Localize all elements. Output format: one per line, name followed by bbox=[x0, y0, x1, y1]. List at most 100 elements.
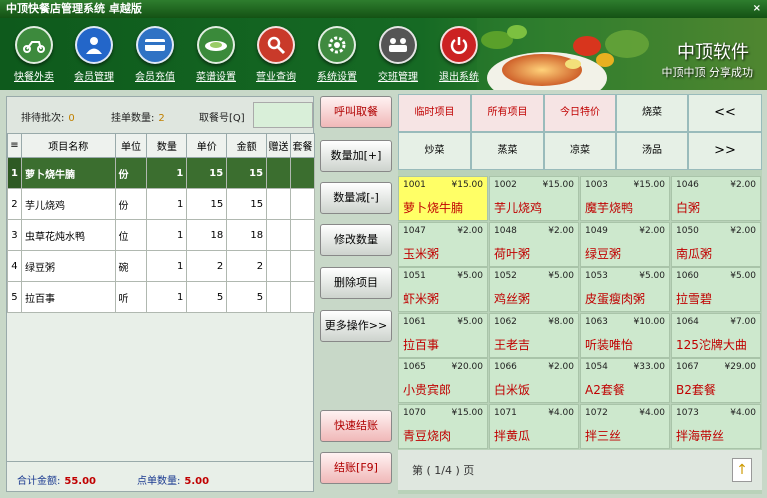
dish-code: 1063 bbox=[585, 316, 608, 327]
category-soup[interactable]: 汤品 bbox=[616, 132, 688, 170]
main-toolbar: 快餐外卖 会员管理 会员充值 菜谱设置 营业查询 系统设置 交班管理 退出系统 … bbox=[0, 18, 767, 90]
dish-name: 拌三丝 bbox=[585, 428, 622, 443]
dish-name: 白米饭 bbox=[494, 383, 531, 397]
tool-menu-settings[interactable]: 菜谱设置 bbox=[186, 26, 246, 83]
table-row[interactable]: 3 虫草花炖水鸭 位 1 18 18 bbox=[7, 219, 315, 251]
dish-price: ¥8.00 bbox=[548, 316, 574, 327]
dish-button[interactable]: 1061 ¥5.00 拉百事 bbox=[398, 312, 488, 358]
dish-name: 青豆烧肉 bbox=[403, 428, 452, 443]
dish-button[interactable]: 1002 ¥15.00 芋儿烧鸡 bbox=[489, 176, 579, 221]
dish-button[interactable]: 1052 ¥5.00 鸡丝粥 bbox=[489, 267, 579, 312]
tool-shift[interactable]: 交班管理 bbox=[368, 26, 428, 83]
dish-button[interactable]: 1003 ¥15.00 魔芋烧鸭 bbox=[580, 176, 670, 221]
total-amount: 合计金额: 55.00 bbox=[17, 472, 96, 487]
dish-code: 1061 bbox=[403, 316, 426, 327]
window-title-bar: 中顶快餐店管理系统 卓越版 × bbox=[0, 0, 767, 18]
checkout-button[interactable]: 结账[F9] bbox=[320, 452, 392, 484]
dish-button[interactable]: 1049 ¥2.00 绿豆粥 bbox=[580, 221, 670, 267]
tool-sales-query[interactable]: 营业查询 bbox=[246, 26, 306, 83]
dish-button[interactable]: 1047 ¥2.00 玉米粥 bbox=[398, 221, 488, 267]
dish-button[interactable]: 1051 ¥5.00 虾米粥 bbox=[398, 267, 488, 312]
tool-system-settings[interactable]: 系统设置 bbox=[307, 26, 367, 83]
item-name: 萝卜烧牛腩 bbox=[20, 157, 116, 189]
close-icon[interactable]: × bbox=[753, 0, 761, 18]
category-prev-button[interactable]: << bbox=[688, 94, 762, 132]
tool-menu-settings-label: 菜谱设置 bbox=[196, 72, 236, 83]
item-amount: 18 bbox=[226, 219, 268, 251]
category-stirfry[interactable]: 炒菜 bbox=[398, 132, 471, 170]
dish-button[interactable]: 1070 ¥15.00 青豆烧肉 bbox=[398, 403, 488, 449]
category-temp[interactable]: 临时项目 bbox=[398, 94, 471, 132]
table-row[interactable]: 5 拉百事 听 1 5 5 bbox=[7, 281, 315, 313]
table-row[interactable]: 1 萝卜烧牛腩 份 1 15 15 bbox=[7, 157, 315, 189]
dish-button[interactable]: 1054 ¥33.00 A2套餐 bbox=[580, 358, 670, 403]
row-number: 3 bbox=[7, 219, 22, 251]
category-cold[interactable]: 凉菜 bbox=[544, 132, 616, 170]
table-header-row: ≡ 项目名称 单位 数量 单价 金额 赠送 套餐 bbox=[7, 133, 315, 158]
dish-price: ¥15.00 bbox=[542, 180, 575, 190]
dish-button[interactable]: 1062 ¥8.00 王老吉 bbox=[489, 312, 579, 358]
dish-button[interactable]: 1064 ¥7.00 125沱牌大曲 bbox=[671, 312, 761, 358]
item-unit: 听 bbox=[114, 281, 148, 313]
dish-button[interactable]: 1001 ¥15.00 萝卜烧牛腩 bbox=[398, 176, 488, 221]
dish-name: 芋儿烧鸡 bbox=[494, 201, 543, 215]
card-icon bbox=[136, 26, 174, 64]
dish-price: ¥5.00 bbox=[457, 316, 483, 327]
hold-count: 挂单数量: 2 bbox=[111, 109, 165, 124]
edit-qty-button[interactable]: 修改数量 bbox=[320, 224, 392, 256]
dish-name: 虾米粥 bbox=[403, 292, 440, 306]
tool-members[interactable]: 会员管理 bbox=[64, 26, 124, 83]
dish-button[interactable]: 1067 ¥29.00 B2套餐 bbox=[671, 358, 761, 403]
main-area: 排待批次: 0 挂单数量: 2 取餐号[Q] ≡ 项目名称 单位 数量 单价 金额 … bbox=[0, 90, 767, 498]
item-name: 绿豆粥 bbox=[20, 250, 116, 282]
dish-button[interactable]: 1046 ¥2.00 白粥 bbox=[671, 176, 761, 221]
tool-system-settings-label: 系统设置 bbox=[317, 72, 357, 83]
dish-price: ¥5.00 bbox=[548, 271, 574, 281]
dish-code: 1053 bbox=[585, 271, 608, 281]
table-row[interactable]: 2 芋儿烧鸡 份 1 15 15 bbox=[7, 188, 315, 220]
tool-takeout[interactable]: 快餐外卖 bbox=[4, 26, 64, 83]
category-steamed[interactable]: 蒸菜 bbox=[471, 132, 544, 170]
item-combo bbox=[290, 188, 315, 220]
item-gift bbox=[266, 250, 292, 282]
dish-price: ¥33.00 bbox=[633, 362, 666, 372]
category-all[interactable]: 所有项目 bbox=[471, 94, 544, 132]
dish-button[interactable]: 1048 ¥2.00 荷叶粥 bbox=[489, 221, 579, 267]
order-totals-bar: 合计金额: 55.00 点单数量: 5.00 bbox=[7, 461, 313, 491]
qty-add-button[interactable]: 数量加[+] bbox=[320, 140, 392, 172]
search-icon bbox=[257, 26, 295, 64]
dish-name: 拌海带丝 bbox=[676, 428, 725, 443]
dish-button[interactable]: 1066 ¥2.00 白米饭 bbox=[489, 358, 579, 403]
ticket-label: 取餐号[Q] bbox=[199, 113, 245, 124]
more-actions-button[interactable]: 更多操作>> bbox=[320, 310, 392, 342]
total-count-value: 5.00 bbox=[184, 476, 210, 487]
dish-button[interactable]: 1072 ¥4.00 拌三丝 bbox=[580, 403, 670, 449]
category-braised[interactable]: 烧菜 bbox=[616, 94, 688, 132]
dish-button[interactable]: 1063 ¥10.00 听装唯怡 bbox=[580, 312, 670, 358]
quick-checkout-button[interactable]: 快速结账 bbox=[320, 410, 392, 442]
ticket-number-input[interactable] bbox=[253, 102, 313, 128]
dish-button[interactable]: 1060 ¥5.00 拉雪碧 bbox=[671, 267, 761, 312]
dish-code: 1064 bbox=[676, 316, 699, 327]
col-header-price: 单价 bbox=[186, 133, 228, 158]
dish-code: 1002 bbox=[494, 180, 517, 190]
dish-button[interactable]: 1073 ¥4.00 拌海带丝 bbox=[671, 403, 761, 449]
category-next-button[interactable]: >> bbox=[688, 132, 762, 170]
dish-name: 皮蛋瘦肉粥 bbox=[585, 292, 646, 306]
item-price: 15 bbox=[186, 157, 228, 189]
table-row[interactable]: 4 绿豆粥 碗 1 2 2 bbox=[7, 250, 315, 282]
tool-recharge[interactable]: 会员充值 bbox=[125, 26, 185, 83]
delete-item-button[interactable]: 删除项目 bbox=[320, 267, 392, 299]
dish-button[interactable]: 1071 ¥4.00 拌黄瓜 bbox=[489, 403, 579, 449]
dish-code: 1073 bbox=[676, 407, 699, 418]
category-special[interactable]: 今日特价 bbox=[544, 94, 616, 132]
item-price: 2 bbox=[186, 250, 228, 282]
dish-button[interactable]: 1050 ¥2.00 南瓜粥 bbox=[671, 221, 761, 267]
dish-button[interactable]: 1065 ¥20.00 小贵宾郎 bbox=[398, 358, 488, 403]
item-qty: 1 bbox=[146, 157, 188, 189]
dish-price: ¥15.00 bbox=[633, 180, 666, 190]
dish-button[interactable]: 1053 ¥5.00 皮蛋瘦肉粥 bbox=[580, 267, 670, 312]
page-up-icon[interactable]: ↑ bbox=[732, 458, 752, 482]
call-pickup-button[interactable]: 呼叫取餐 bbox=[320, 96, 392, 128]
qty-sub-button[interactable]: 数量减[-] bbox=[320, 182, 392, 214]
